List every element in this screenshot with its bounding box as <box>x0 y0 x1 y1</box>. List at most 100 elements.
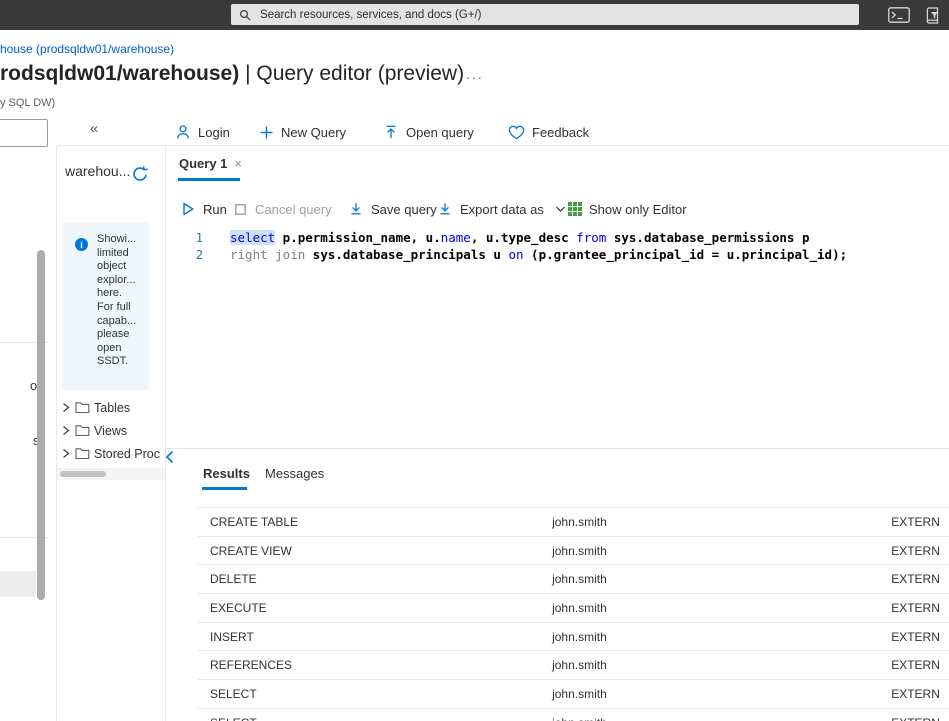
cloud-shell-button[interactable] <box>886 5 912 25</box>
sql-editor[interactable]: 1 select p.permission_name, u. name, u.typ… <box>180 229 940 263</box>
menu-item-selected[interactable] <box>0 571 36 597</box>
feedback-button[interactable]: Feedback <box>508 121 589 143</box>
code-token: on <box>508 247 524 262</box>
stop-icon <box>233 202 248 217</box>
info-banner-text: Showi... limited object explor... here. For f… <box>97 233 147 369</box>
page-title: rodsqldw01/warehouse) | Query editor (pr… <box>0 62 464 86</box>
vertical-scrollbar[interactable] <box>37 250 45 600</box>
table-row[interactable]: SELECTjohn.smithEXTERN <box>198 707 949 721</box>
table-row[interactable]: INSERT john.smith EXTERN <box>198 621 949 651</box>
new-query-button[interactable]: New Query <box>259 121 346 143</box>
code-token: name <box>440 230 471 245</box>
permission-cell: SELECT <box>210 686 257 701</box>
grid-icon <box>568 202 582 216</box>
line-number: 1 <box>195 230 203 245</box>
type-cell: EXTERN <box>891 600 940 615</box>
download-icon <box>348 201 364 217</box>
folder-icon <box>75 447 90 460</box>
principal-cell: john.smith <box>552 658 607 673</box>
breadcrumb[interactable]: house (prodsqldw01/warehouse) <box>0 42 174 56</box>
tree-item-stored-proc[interactable]: Stored Proc <box>62 442 166 465</box>
refresh-button[interactable] <box>131 165 149 183</box>
azure-query-editor-page: house (prodsqldw01/warehouse) rodsqldw01… <box>0 0 949 721</box>
info-icon: i <box>75 238 88 251</box>
permission-cell: EXECUTE <box>210 600 267 615</box>
permission-cell: CREATE TABLE <box>210 514 299 529</box>
global-search[interactable] <box>231 4 859 25</box>
tab-results[interactable]: Results <box>203 466 250 481</box>
open-query-label: Open query <box>406 124 474 140</box>
tree-item-tables[interactable]: Tables <box>62 396 166 419</box>
permission-cell: REFERENCES <box>210 658 293 673</box>
chevron-right-icon <box>62 402 71 413</box>
info-line: please <box>97 328 130 341</box>
database-name-label: warehou... <box>65 163 131 179</box>
permission-cell: DELETE <box>210 572 257 587</box>
person-icon <box>175 124 191 140</box>
principal-cell: john.smith <box>540 716 879 721</box>
table-row[interactable]: CREATE VIEW john.smith EXTERN <box>198 535 949 565</box>
save-query-button[interactable]: Save query <box>348 198 437 220</box>
table-row[interactable]: SELECT john.smith EXTERN <box>198 679 949 708</box>
save-query-label: Save query <box>371 201 437 217</box>
type-cell: EXTERN <box>891 686 940 701</box>
principal-cell: john.smith <box>552 629 607 644</box>
search-icon <box>239 9 251 21</box>
code-line: 2 right join sys.database_principals u on… <box>180 246 940 263</box>
folder-icon <box>75 401 90 414</box>
heart-icon <box>508 125 525 140</box>
tree-item-label: Tables <box>94 400 131 415</box>
more-button[interactable]: ··· <box>466 70 484 85</box>
type-cell: EXTERN <box>879 716 949 721</box>
info-line: object <box>97 260 127 273</box>
code-token: sys.database_principals u <box>305 247 509 262</box>
principal-cell: john.smith <box>552 686 607 701</box>
permission-cell: SELECT <box>198 716 540 721</box>
table-row[interactable]: CREATE TABLE john.smith EXTERN <box>198 507 949 536</box>
tab-messages[interactable]: Messages <box>265 466 324 481</box>
login-button[interactable]: Login <box>175 121 230 143</box>
run-button[interactable]: Run <box>180 198 227 220</box>
info-line: here. <box>97 287 123 300</box>
export-data-label: Export data as <box>460 201 544 217</box>
tab-query-1-label: Query 1 <box>179 156 228 171</box>
collapse-blade-button[interactable]: « <box>90 120 98 137</box>
code-line: 1 select p.permission_name, u. name, u.typ… <box>180 229 940 246</box>
open-query-button[interactable]: Open query <box>383 121 474 143</box>
search-input[interactable] <box>258 7 851 22</box>
info-line: capab... <box>97 314 137 327</box>
feedback-label: Feedback <box>532 124 590 140</box>
filter-input-partial[interactable] <box>0 119 48 147</box>
cancel-query-label: Cancel query <box>255 201 332 217</box>
type-cell: EXTERN <box>891 572 940 587</box>
export-data-button[interactable]: Export data as <box>437 198 566 220</box>
object-explorer-tree: Tables Views Stored Proc <box>62 396 166 465</box>
permission-cell: CREATE VIEW <box>210 543 292 558</box>
run-label: Run <box>203 201 227 217</box>
show-only-editor-button[interactable]: Show only Editor <box>568 198 687 220</box>
horizontal-scrollbar[interactable] <box>60 471 106 477</box>
folder-icon <box>75 424 90 437</box>
principal-cell: john.smith <box>552 600 607 615</box>
directory-filter-button[interactable] <box>920 5 946 25</box>
table-row[interactable]: REFERENCES john.smith EXTERN <box>198 650 949 679</box>
info-line: open <box>97 341 122 354</box>
code-token: sys.database_permissions p <box>606 230 810 245</box>
open-query-icon <box>383 124 399 140</box>
type-cell: EXTERN <box>891 543 940 558</box>
tab-query-1[interactable]: Query 1 × <box>179 156 242 171</box>
close-tab-icon[interactable]: × <box>234 156 242 171</box>
cancel-query-button[interactable]: Cancel query <box>233 198 332 220</box>
login-label: Login <box>198 124 230 140</box>
chevron-right-icon <box>62 448 71 459</box>
info-line: Showi... <box>97 233 137 245</box>
table-row[interactable]: EXECUTE john.smith EXTERN <box>198 593 949 622</box>
tree-item-label: Stored Proc <box>94 446 161 461</box>
code-token: right join <box>230 247 306 262</box>
type-cell: EXTERN <box>891 629 940 644</box>
collapse-explorer-button[interactable] <box>164 449 178 465</box>
tree-item-views[interactable]: Views <box>62 419 166 442</box>
tree-item-label: Views <box>94 423 128 438</box>
show-only-editor-label: Show only Editor <box>589 201 687 217</box>
table-row[interactable]: DELETE john.smith EXTERN <box>198 564 949 593</box>
